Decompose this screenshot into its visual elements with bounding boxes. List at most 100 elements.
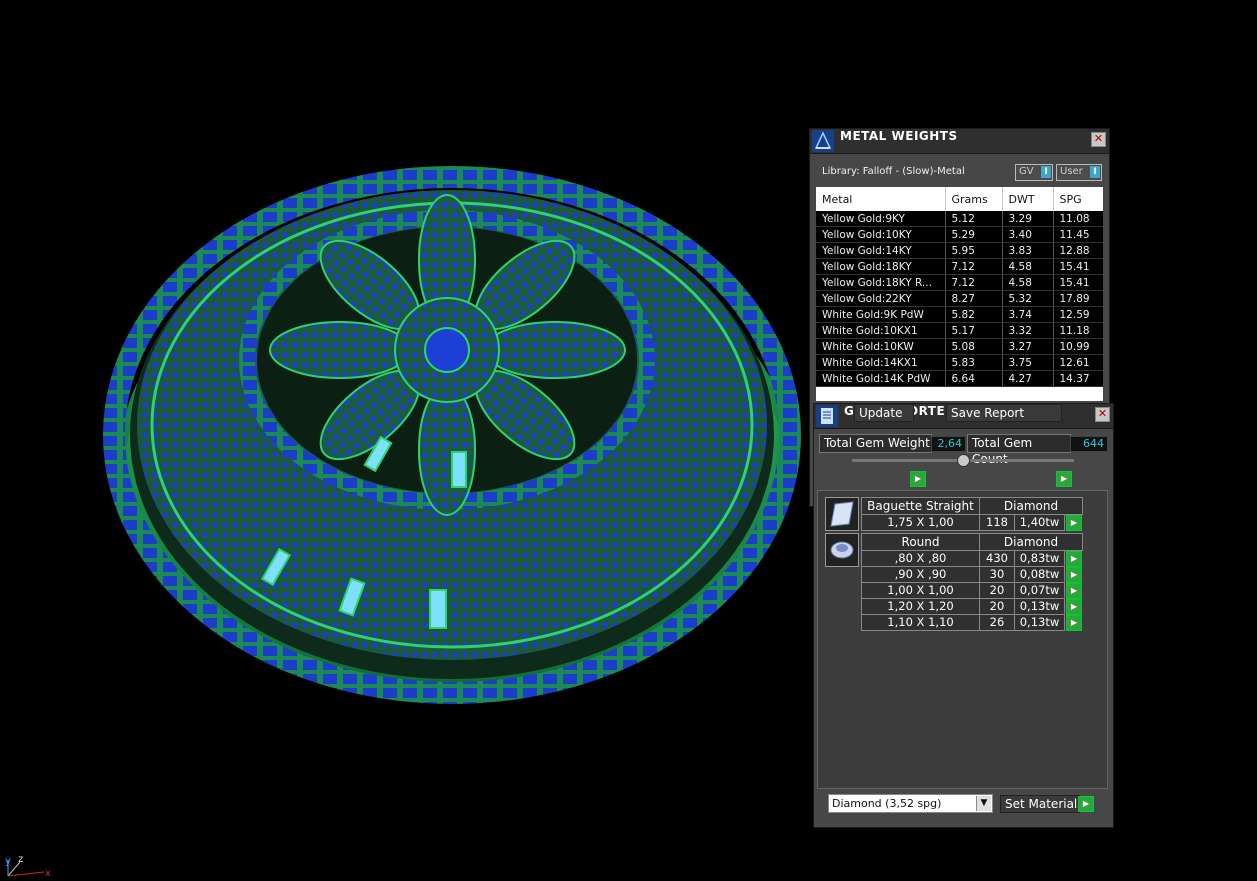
gv-toggle-label: GV xyxy=(1019,166,1034,177)
table-row[interactable]: Yellow Gold:22KY 8.27 5.32 17.89 xyxy=(816,290,1103,307)
table-row[interactable]: Yellow Gold:10KY 5.29 3.40 11.45 xyxy=(816,226,1103,243)
metal-table-container[interactable]: Metal Grams DWT SPG Yellow Gold:9KY 5.12 3.29… xyxy=(816,187,1103,401)
axis-x-label: x xyxy=(45,868,51,878)
user-toggle-label: User xyxy=(1060,166,1083,177)
table-row[interactable]: Yellow Gold:18KY R... 7.12 4.58 15.41 xyxy=(816,274,1103,291)
gem-weight-cell: 0,08tw xyxy=(1014,566,1065,583)
table-cell: 3.27 xyxy=(1002,338,1054,355)
table-cell: White Gold:9K PdW xyxy=(816,306,946,323)
total-gem-weight-label: Total Gem Weight xyxy=(819,434,932,453)
table-cell: 5.12 xyxy=(945,211,1003,227)
update-go-icon[interactable]: ▶ xyxy=(910,471,926,487)
save-report-go-icon[interactable]: ▶ xyxy=(1056,471,1072,487)
gem-size-cell: 1,20 X 1,20 xyxy=(861,598,980,615)
table-cell: 3.74 xyxy=(1002,306,1054,323)
table-cell: 3.40 xyxy=(1002,226,1054,243)
table-row[interactable]: White Gold:14KX1 5.83 3.75 12.61 xyxy=(816,354,1103,371)
user-toggle[interactable]: User I xyxy=(1056,164,1102,181)
total-gem-count-value: 644 xyxy=(1070,436,1108,452)
table-row[interactable]: Yellow Gold:14KY 5.95 3.83 12.88 xyxy=(816,242,1103,259)
table-cell: White Gold:10KX1 xyxy=(816,322,946,339)
splitter-handle[interactable] xyxy=(957,454,970,467)
select-gems-go-icon[interactable]: ▶ xyxy=(1066,567,1082,583)
table-cell: 15.41 xyxy=(1053,274,1103,291)
scale-icon xyxy=(812,130,834,152)
3d-viewport[interactable]: y z x xyxy=(0,0,810,879)
select-gems-go-icon[interactable]: ▶ xyxy=(1066,583,1082,599)
table-cell: 17.89 xyxy=(1053,290,1103,307)
gem-size-cell: ,90 X ,90 xyxy=(861,566,980,583)
user-toggle-knob: I xyxy=(1090,166,1100,178)
gem-size-cell: 1,10 X 1,10 xyxy=(861,614,980,631)
gv-toggle[interactable]: GV I xyxy=(1015,164,1053,181)
axis-z-label: z xyxy=(18,854,23,865)
column-header[interactable]: DWT xyxy=(1002,187,1054,211)
table-cell: 3.32 xyxy=(1002,322,1054,339)
table-cell: 12.59 xyxy=(1053,306,1103,323)
table-cell: 11.45 xyxy=(1053,226,1103,243)
set-material-button[interactable]: Set Material xyxy=(1000,795,1080,813)
table-cell: 5.17 xyxy=(945,322,1003,339)
close-icon[interactable]: ✕ xyxy=(1095,407,1110,422)
table-cell: 8.27 xyxy=(945,290,1003,307)
table-cell: Yellow Gold:14KY xyxy=(816,242,946,259)
close-icon[interactable]: ✕ xyxy=(1091,132,1106,147)
table-cell: 5.95 xyxy=(945,242,1003,259)
save-report-button-label: Save Report xyxy=(951,406,1025,420)
jewelry-model-render xyxy=(103,166,801,704)
table-row[interactable]: White Gold:14K PdW 6.64 4.27 14.37 xyxy=(816,370,1103,387)
column-header[interactable]: SPG xyxy=(1053,187,1103,211)
gem-group-shape: Round xyxy=(861,533,980,551)
gv-toggle-knob: I xyxy=(1041,166,1051,178)
gem-group-material: Diamond xyxy=(979,497,1083,515)
table-cell: 4.58 xyxy=(1002,274,1054,291)
gem-size-cell: 1,00 X 1,00 xyxy=(861,582,980,599)
gem-list[interactable]: Baguette Straight Diamond Round Diamond … xyxy=(817,490,1108,789)
table-cell: 5.08 xyxy=(945,338,1003,355)
column-header[interactable]: Metal xyxy=(816,187,946,211)
baguette-gem-icon xyxy=(825,497,859,531)
select-gems-go-icon[interactable]: ▶ xyxy=(1066,615,1082,631)
select-gems-go-icon[interactable]: ▶ xyxy=(1066,599,1082,615)
set-material-button-label: Set Material xyxy=(1005,797,1078,811)
table-cell: 7.12 xyxy=(945,274,1003,291)
table-row[interactable]: White Gold:9K PdW 5.82 3.74 12.59 xyxy=(816,306,1103,323)
gem-group-shape: Baguette Straight xyxy=(861,497,980,515)
axis-y-label: y xyxy=(5,856,11,867)
material-select-value: Diamond (3,52 spg) xyxy=(832,797,942,810)
gem-weight-cell: 0,83tw xyxy=(1014,550,1065,567)
table-row[interactable]: Yellow Gold:9KY 5.12 3.29 11.08 xyxy=(816,211,1103,227)
update-button[interactable]: Update xyxy=(854,404,914,422)
table-cell: Yellow Gold:9KY xyxy=(816,211,946,227)
material-select[interactable]: Diamond (3,52 spg) ▼ xyxy=(828,794,993,813)
table-cell: 4.27 xyxy=(1002,370,1054,387)
update-button-label: Update xyxy=(859,406,903,420)
table-cell: 12.61 xyxy=(1053,354,1103,371)
table-cell: 5.29 xyxy=(945,226,1003,243)
gem-weight-cell: 0,13tw xyxy=(1014,614,1065,631)
chevron-down-icon[interactable]: ▼ xyxy=(976,796,991,811)
table-cell: 10.99 xyxy=(1053,338,1103,355)
axis-gizmo: y z x xyxy=(2,852,62,879)
table-row[interactable]: Yellow Gold:18KY 7.12 4.58 15.41 xyxy=(816,258,1103,275)
column-header[interactable]: Grams xyxy=(945,187,1003,211)
table-cell: White Gold:10KW xyxy=(816,338,946,355)
total-gem-weight-value: 2,64 xyxy=(931,436,966,452)
gem-count-cell: 26 xyxy=(979,614,1015,631)
gem-count-cell: 20 xyxy=(979,582,1015,599)
gem-count-cell: 430 xyxy=(979,550,1015,567)
table-cell: Yellow Gold:18KY xyxy=(816,258,946,275)
metal-weights-titlebar[interactable]: METAL WEIGHTS ✕ xyxy=(810,129,1109,154)
select-gems-go-icon[interactable]: ▶ xyxy=(1066,551,1082,567)
table-row[interactable]: White Gold:10KX1 5.17 3.32 11.18 xyxy=(816,322,1103,339)
table-row[interactable]: White Gold:10KW 5.08 3.27 10.99 xyxy=(816,338,1103,355)
set-material-go-icon[interactable]: ▶ xyxy=(1078,796,1094,812)
select-gems-go-icon[interactable]: ▶ xyxy=(1066,515,1082,531)
table-cell: 12.88 xyxy=(1053,242,1103,259)
gem-size-cell: 1,75 X 1,00 xyxy=(861,514,980,531)
table-cell: Yellow Gold:10KY xyxy=(816,226,946,243)
gem-weight-cell: 0,07tw xyxy=(1014,582,1065,599)
table-cell: 3.29 xyxy=(1002,211,1054,227)
save-report-button[interactable]: Save Report xyxy=(946,404,1062,422)
metal-weights-title: METAL WEIGHTS xyxy=(840,129,958,143)
